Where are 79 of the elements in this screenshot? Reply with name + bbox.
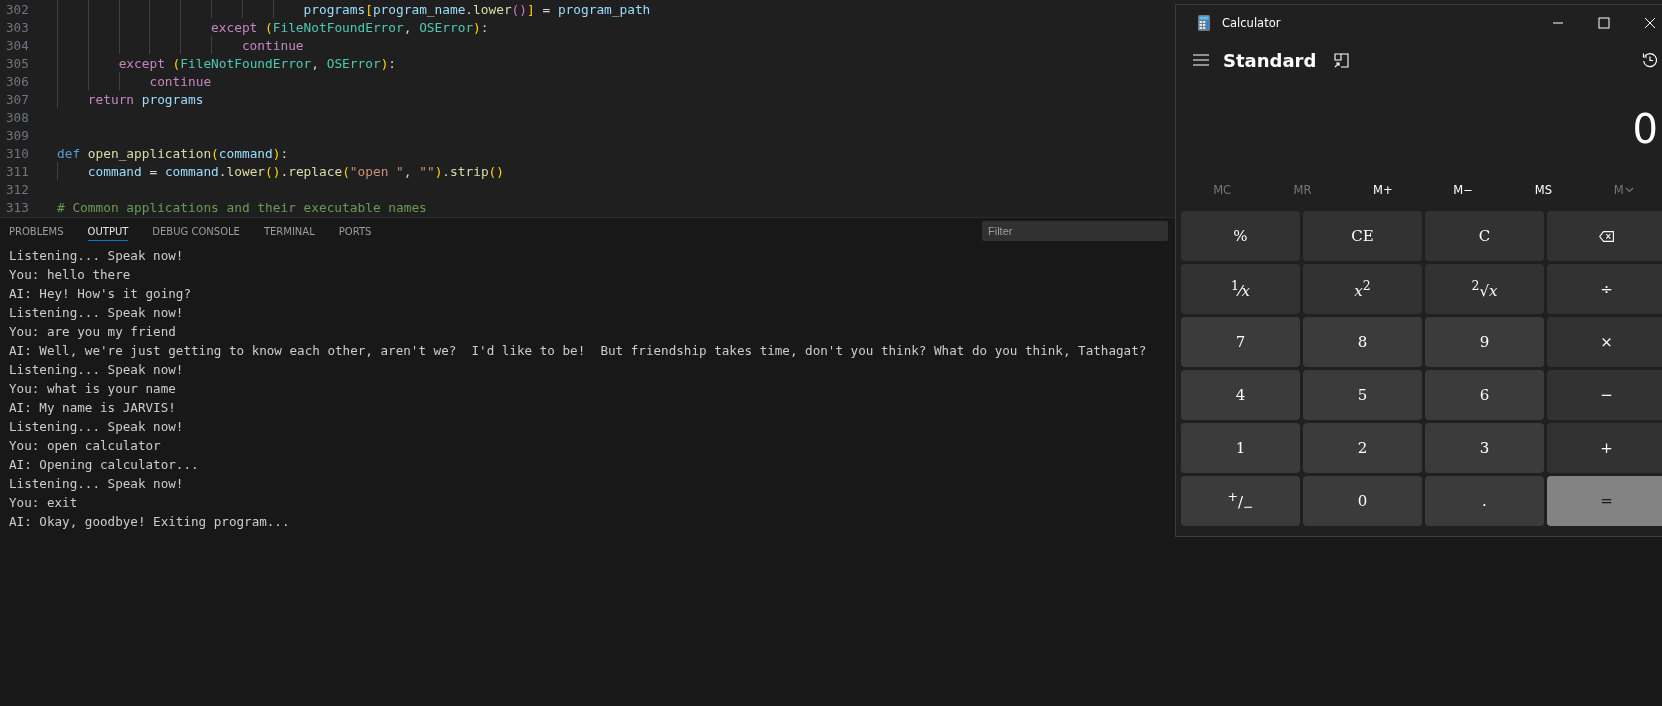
- line-number: 307: [5, 91, 30, 107]
- calculator-icon: [1197, 15, 1211, 31]
- calculator-key[interactable]: ÷: [1547, 264, 1662, 314]
- mode-title: Standard: [1223, 49, 1317, 71]
- calculator-key[interactable]: CE: [1303, 211, 1422, 261]
- output-line: Listening... Speak now!: [9, 361, 184, 379]
- calculator-key[interactable]: 5: [1303, 370, 1422, 420]
- line-number: 312: [5, 181, 30, 197]
- line-number: 308: [5, 109, 30, 125]
- calculator-key[interactable]: C: [1425, 211, 1544, 261]
- calculator-key[interactable]: 0: [1303, 476, 1422, 526]
- close-icon[interactable]: [1644, 17, 1656, 29]
- calculator-key[interactable]: ×: [1547, 317, 1662, 367]
- panel-tab[interactable]: PROBLEMS: [9, 221, 64, 241]
- code-line: except (FileNotFoundError, OSError):: [210, 19, 489, 35]
- calculator-key[interactable]: 8: [1303, 317, 1422, 367]
- calculator-key[interactable]: 9: [1425, 317, 1544, 367]
- panel-tab[interactable]: PORTS: [338, 221, 372, 241]
- output-line: You: open calculator: [9, 437, 161, 455]
- keep-on-top-icon[interactable]: [1334, 52, 1350, 68]
- code-line: programs[program_name.lower()] = program_path: [302, 1, 651, 17]
- filter-field[interactable]: Filter: [982, 221, 1168, 241]
- code-line: continue: [148, 73, 212, 89]
- line-number: 310: [5, 145, 30, 161]
- memory-button[interactable]: M−: [1423, 171, 1504, 209]
- code-line: def open_application(command):: [57, 145, 289, 161]
- output-line: AI: My name is JARVIS!: [9, 399, 176, 417]
- calculator-key[interactable]: $^{2}$√x: [1425, 264, 1544, 314]
- calculator-key[interactable]: −: [1547, 370, 1662, 420]
- output-line: You: hello there: [9, 266, 131, 284]
- calculator-key[interactable]: +: [1547, 423, 1662, 473]
- output-line: You: exit: [9, 494, 78, 512]
- calculator-key[interactable]: 1: [1181, 423, 1300, 473]
- result-display: 0: [1631, 105, 1659, 154]
- output-line: You: are you my friend: [9, 323, 176, 341]
- code-line: # Common applications and their executable names: [57, 199, 427, 215]
- output-line: AI: Well, we're just getting to know each other, aren't we? I'd like to be! But friendship takes time, don't you think? What do you think, Tathagat?: [9, 342, 1147, 360]
- calculator-key[interactable]: %: [1181, 211, 1300, 261]
- calculator-key[interactable]: 3: [1425, 423, 1544, 473]
- output-line: AI: Okay, goodbye! Exiting program...: [9, 513, 290, 531]
- backspace-icon: [1599, 230, 1614, 242]
- line-number: 311: [5, 163, 30, 179]
- calculator-key[interactable]: x$^{2}$: [1303, 264, 1422, 314]
- output-line: You: what is your name: [9, 380, 176, 398]
- line-number: 304: [5, 37, 30, 53]
- line-number: 305: [5, 55, 30, 71]
- history-icon[interactable]: [1642, 52, 1658, 68]
- output-line: Listening... Speak now!: [9, 475, 184, 493]
- calculator-key[interactable]: 2: [1303, 423, 1422, 473]
- line-number: 313: [5, 199, 30, 215]
- code-line: continue: [240, 37, 304, 53]
- calculator-key[interactable]: 4: [1181, 370, 1300, 420]
- code-line: command = command.lower().replace("open ", "").strip(): [86, 163, 505, 179]
- chevron-icon: [1624, 187, 1634, 193]
- window-title: Calculator: [1222, 16, 1281, 30]
- panel-tab[interactable]: TERMINAL: [263, 221, 315, 241]
- output-line: Listening... Speak now!: [9, 247, 184, 265]
- line-number: 309: [5, 127, 30, 143]
- output-line: Listening... Speak now!: [9, 418, 184, 436]
- line-number: 302: [5, 1, 30, 17]
- code-line: except (FileNotFoundError, OSError):: [117, 55, 397, 71]
- calculator-key[interactable]: .: [1425, 476, 1544, 526]
- panel-tab[interactable]: DEBUG CONSOLE: [152, 221, 240, 241]
- output-line: Listening... Speak now!: [9, 304, 184, 322]
- line-number: 303: [5, 19, 30, 35]
- calculator-key[interactable]: $^{+}$/$_{−}$: [1181, 476, 1300, 526]
- calculator-key[interactable]: =: [1547, 476, 1662, 526]
- calculator-key[interactable]: 6: [1425, 370, 1544, 420]
- code-line: return programs: [86, 91, 204, 107]
- output-line: AI: Hey! How's it going?: [9, 285, 191, 303]
- memory-button[interactable]: M+: [1342, 171, 1423, 209]
- panel-tab[interactable]: OUTPUT: [87, 221, 129, 241]
- menu-icon[interactable]: [1193, 54, 1209, 66]
- maximize-icon[interactable]: [1598, 17, 1610, 29]
- memory-button[interactable]: MS: [1503, 171, 1584, 209]
- line-number: 306: [5, 73, 30, 89]
- calculator-key[interactable]: $^{1}$⁄x: [1181, 264, 1300, 314]
- output-line: AI: Opening calculator...: [9, 456, 199, 474]
- calculator-key[interactable]: 7: [1181, 317, 1300, 367]
